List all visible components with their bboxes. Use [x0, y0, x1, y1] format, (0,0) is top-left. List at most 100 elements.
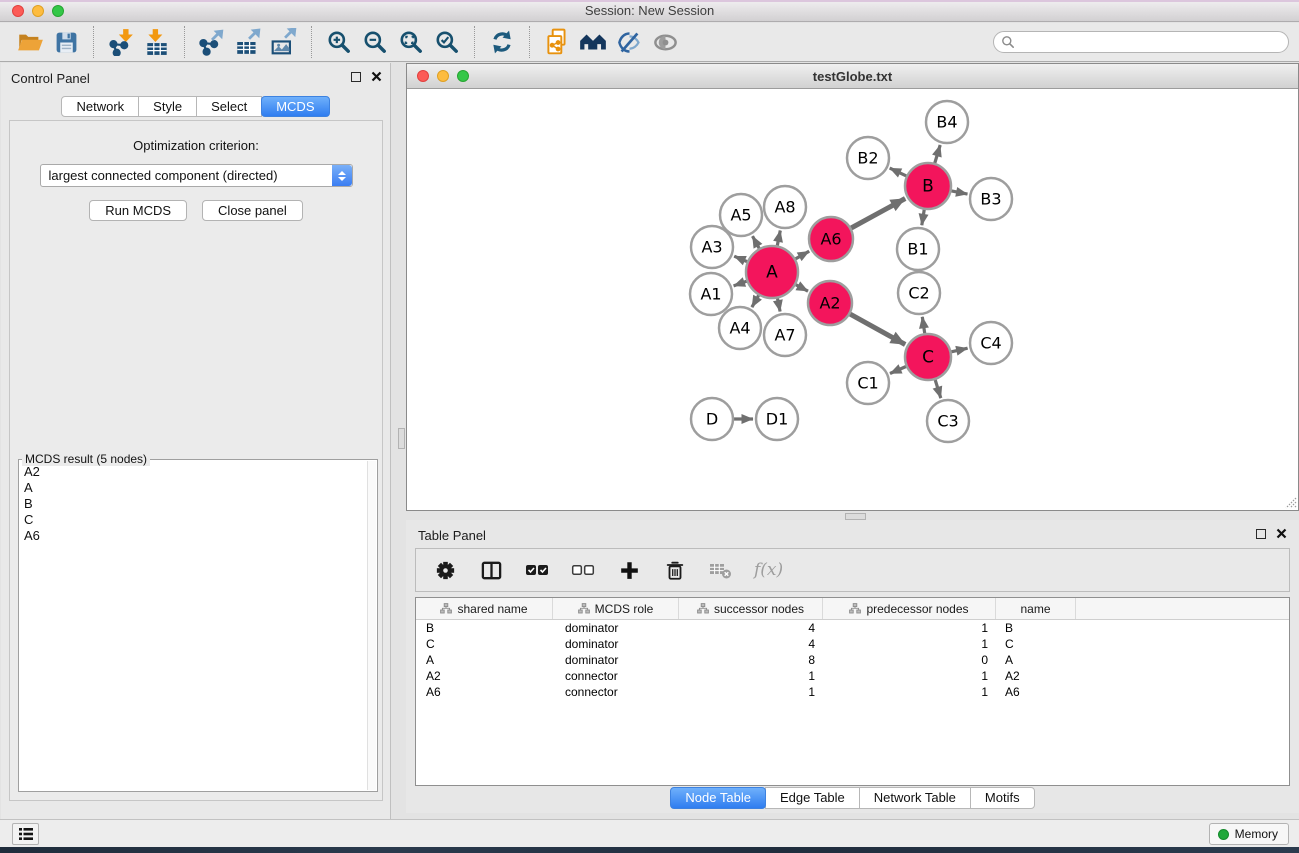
graph-edge-B-B3[interactable] — [952, 191, 968, 194]
float-panel-button[interactable] — [351, 72, 361, 82]
graph-node-A1[interactable]: A1 — [690, 273, 732, 315]
show-graphics-button[interactable] — [647, 26, 683, 58]
task-history-button[interactable] — [12, 823, 39, 845]
mcds-result-scrollbar[interactable] — [367, 461, 376, 790]
close-panel-button[interactable]: Close panel — [202, 200, 303, 221]
deselect-all-button[interactable] — [570, 557, 596, 583]
export-image-button[interactable] — [266, 26, 302, 58]
graph-node-B4[interactable]: B4 — [926, 101, 968, 143]
memory-button[interactable]: Memory — [1209, 823, 1289, 845]
graph-edge-A2-C[interactable] — [850, 314, 905, 344]
run-mcds-button[interactable]: Run MCDS — [89, 200, 187, 221]
save-session-button[interactable] — [48, 26, 84, 58]
first-neighbors-button[interactable] — [575, 26, 611, 58]
mcds-result-item[interactable]: A6 — [20, 528, 367, 544]
column-header-MCDS-role[interactable]: MCDS role — [553, 598, 679, 619]
graph-node-A7[interactable]: A7 — [764, 314, 806, 356]
optimization-criterion-select[interactable]: largest connected component (directed) — [40, 164, 353, 187]
graph-node-C3[interactable]: C3 — [927, 400, 969, 442]
float-table-panel-button[interactable] — [1256, 529, 1266, 539]
tab-motifs[interactable]: Motifs — [970, 787, 1035, 809]
tab-edge-table[interactable]: Edge Table — [765, 787, 860, 809]
import-table-button[interactable] — [139, 26, 175, 58]
zoom-fit-button[interactable] — [393, 26, 429, 58]
graph-edge-A-A8[interactable] — [777, 231, 780, 246]
graph-node-C[interactable]: C — [905, 334, 951, 380]
close-panel-icon[interactable] — [371, 71, 382, 82]
graph-edge-A-A2[interactable] — [796, 285, 808, 292]
mcds-result-item[interactable]: B — [20, 496, 367, 512]
graph-edge-A-A4[interactable] — [752, 295, 759, 307]
zoom-in-button[interactable] — [321, 26, 357, 58]
vertical-splitter[interactable] — [398, 428, 405, 449]
graph-node-C1[interactable]: C1 — [847, 362, 889, 404]
column-header-name[interactable]: name — [996, 598, 1076, 619]
table-row[interactable]: Adominator80A — [416, 652, 1289, 668]
graph-edge-A-A1[interactable] — [734, 281, 747, 286]
mcds-result-item[interactable]: A2 — [20, 464, 367, 480]
graph-edge-C-C2[interactable] — [922, 317, 924, 333]
graph-node-A2[interactable]: A2 — [808, 281, 852, 325]
graph-node-D1[interactable]: D1 — [756, 398, 798, 440]
column-header-shared-name[interactable]: shared name — [416, 598, 553, 619]
select-all-button[interactable] — [524, 557, 550, 583]
table-row[interactable]: Cdominator41C — [416, 636, 1289, 652]
import-network-button[interactable] — [103, 26, 139, 58]
graph-edge-C-C3[interactable] — [935, 380, 941, 398]
zoom-out-button[interactable] — [357, 26, 393, 58]
table-row[interactable]: A6connector11A6 — [416, 684, 1289, 700]
duplicate-network-button[interactable] — [539, 26, 575, 58]
horizontal-splitter[interactable] — [845, 513, 866, 520]
graph-edge-C-C1[interactable] — [890, 367, 906, 374]
open-file-button[interactable] — [12, 26, 48, 58]
graph-node-A8[interactable]: A8 — [764, 186, 806, 228]
tab-network-table[interactable]: Network Table — [859, 787, 971, 809]
graph-node-A6[interactable]: A6 — [809, 217, 853, 261]
table-row[interactable]: A2connector11A2 — [416, 668, 1289, 684]
apply-layout-button[interactable] — [484, 26, 520, 58]
delete-table-button[interactable] — [708, 557, 734, 583]
export-table-button[interactable] — [230, 26, 266, 58]
tab-select[interactable]: Select — [196, 96, 262, 117]
network-canvas[interactable]: B4B2BB3A8A5A6A3B1AA1C2A2A4A7C4CC1C3DD1 — [407, 90, 1298, 510]
graph-node-B1[interactable]: B1 — [897, 228, 939, 270]
mcds-result-item[interactable]: A — [20, 480, 367, 496]
add-column-button[interactable] — [616, 557, 642, 583]
hide-graphics-button[interactable] — [611, 26, 647, 58]
graph-node-B[interactable]: B — [905, 163, 951, 209]
graph-edge-A-A5[interactable] — [753, 236, 760, 248]
graph-node-A[interactable]: A — [746, 246, 798, 298]
search-field[interactable] — [993, 31, 1289, 53]
network-window-titlebar[interactable]: testGlobe.txt — [407, 64, 1298, 89]
graph-edge-A-A7[interactable] — [778, 298, 781, 311]
graph-edge-B-B4[interactable] — [935, 145, 940, 163]
graph-edge-B-B2[interactable] — [890, 168, 907, 176]
column-header-successor-nodes[interactable]: successor nodes — [679, 598, 823, 619]
graph-node-C4[interactable]: C4 — [970, 322, 1012, 364]
split-pane-button[interactable] — [478, 557, 504, 583]
function-builder-button[interactable]: f(x) — [754, 560, 783, 580]
network-graph[interactable]: B4B2BB3A8A5A6A3B1AA1C2A2A4A7C4CC1C3DD1 — [407, 90, 1298, 511]
tab-mcds[interactable]: MCDS — [261, 96, 329, 117]
graph-node-A4[interactable]: A4 — [719, 307, 761, 349]
table-row[interactable]: Bdominator41B — [416, 620, 1289, 636]
graph-node-C2[interactable]: C2 — [898, 272, 940, 314]
delete-column-button[interactable] — [662, 557, 688, 583]
window-resize-grip[interactable] — [1284, 496, 1297, 509]
graph-edge-C-C4[interactable] — [951, 348, 967, 352]
search-input[interactable] — [1015, 35, 1265, 49]
graph-node-B2[interactable]: B2 — [847, 137, 889, 179]
graph-node-A5[interactable]: A5 — [720, 194, 762, 236]
graph-edge-A-A6[interactable] — [796, 251, 810, 259]
mcds-result-item[interactable]: C — [20, 512, 367, 528]
close-table-panel-icon[interactable] — [1276, 528, 1287, 539]
graph-edge-B-B1[interactable] — [922, 210, 924, 226]
tab-style[interactable]: Style — [138, 96, 197, 117]
graph-edge-A-A3[interactable] — [734, 256, 747, 261]
gear-button[interactable] — [432, 557, 458, 583]
export-network-button[interactable] — [194, 26, 230, 58]
graph-node-A3[interactable]: A3 — [691, 226, 733, 268]
zoom-selected-button[interactable] — [429, 26, 465, 58]
tab-node-table[interactable]: Node Table — [670, 787, 766, 809]
column-header-predecessor-nodes[interactable]: predecessor nodes — [823, 598, 996, 619]
